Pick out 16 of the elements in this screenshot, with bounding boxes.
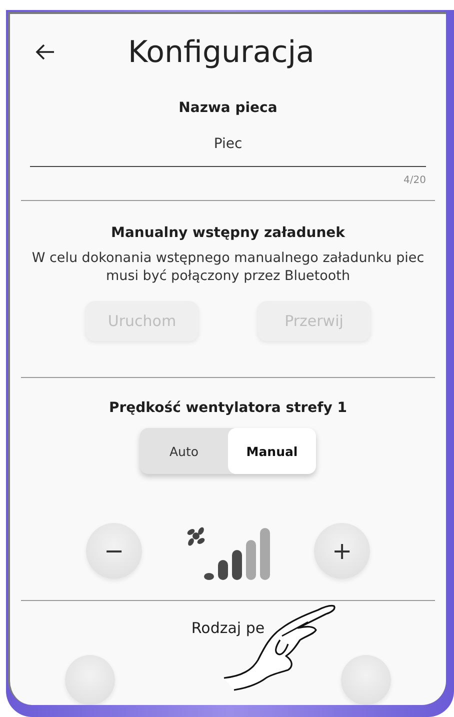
mode-toggle[interactable]: Manual (228, 428, 316, 474)
section-heading: Manualny wstępny załadunek (111, 225, 345, 241)
speed-bar (246, 540, 256, 580)
screen-title: Konfiguracja (128, 34, 314, 70)
section-heading: Nazwa pieca (178, 100, 278, 116)
increase-button[interactable]: + (314, 523, 370, 579)
description-text: W celu dokonania wstępnego manualnego załadunku piec musi być połączony przez Bluetooth (30, 249, 426, 285)
mode-toggle[interactable]: Auto (140, 428, 228, 474)
round-button[interactable] (341, 655, 391, 705)
name-input-field[interactable]: Piec (30, 136, 426, 167)
section-heading: Prędkość wentylatora strefy 1 (109, 400, 347, 416)
section-heading: Rodzaj pe (191, 619, 265, 637)
character-counter: 4/20 (404, 175, 426, 186)
round-button[interactable] (65, 655, 115, 705)
decrease-button[interactable]: − (86, 523, 142, 579)
speed-bar (260, 528, 270, 580)
